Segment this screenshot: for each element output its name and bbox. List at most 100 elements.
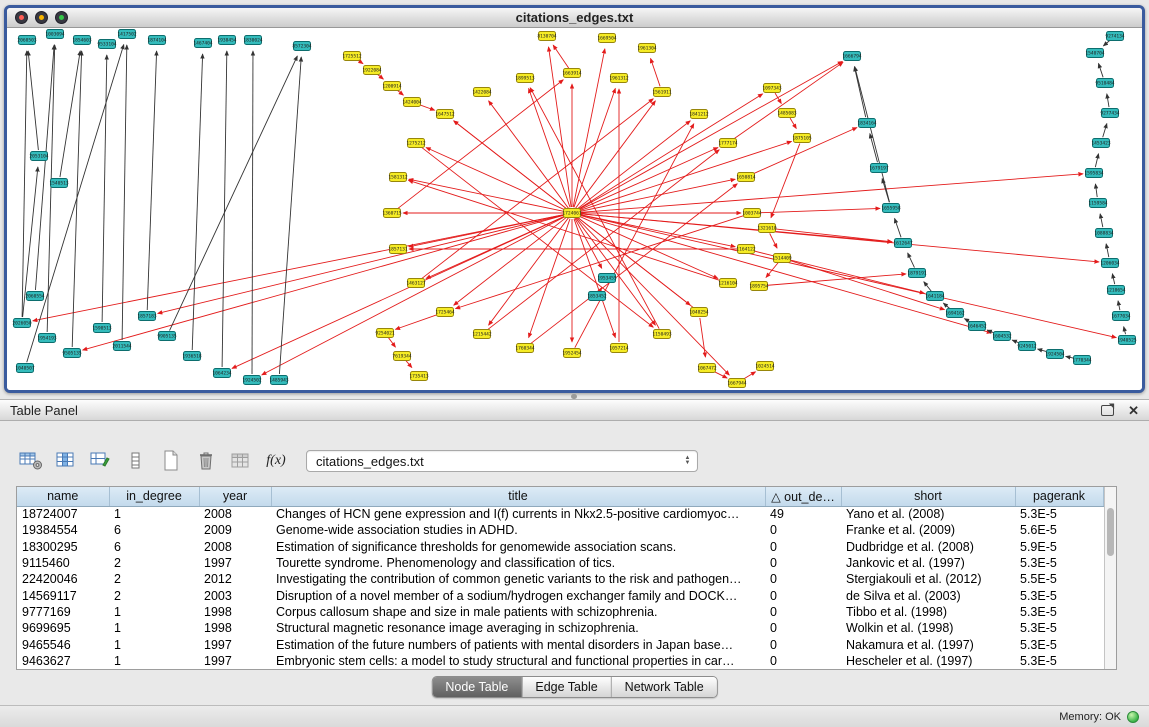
table-cell[interactable]: 5.6E-5 [1015,522,1103,538]
graph-node[interactable] [364,66,381,75]
table-cell[interactable]: Embryonic stem cells: a model to study s… [271,653,765,669]
graph-node[interactable] [883,204,900,213]
graph-node[interactable] [589,292,606,301]
table-row[interactable]: 1830029562008Estimation of significance … [17,539,1103,555]
table-cell[interactable]: 6 [109,522,199,538]
zoom-window-button[interactable] [55,11,68,24]
network-view-canvas[interactable]: 1724061100374411641221216104104825411504… [7,28,1142,390]
graph-node[interactable] [214,369,231,378]
table-cell[interactable]: 1 [109,653,199,669]
graph-node[interactable] [74,36,91,45]
graph-node[interactable] [404,98,421,107]
graph-node[interactable] [99,40,116,49]
table-cell[interactable]: Franke et al. (2009) [841,522,1015,538]
graph-node[interactable] [17,364,34,373]
graph-node[interactable] [1097,79,1114,88]
network-window-titlebar[interactable]: citations_edges.txt [7,8,1142,28]
float-panel-icon[interactable] [1101,405,1114,416]
table-cell[interactable]: 9465546 [17,636,109,652]
table-cell[interactable]: 0 [765,522,841,538]
graph-node[interactable] [390,173,407,182]
table-cell[interactable]: 1998 [199,620,271,636]
close-window-button[interactable] [15,11,28,24]
table-cell[interactable]: Investigating the contribution of common… [271,571,765,587]
table-cell[interactable]: Structural magnetic resonance image aver… [271,620,765,636]
graph-node[interactable] [691,308,708,317]
table-cell[interactable]: 1 [109,620,199,636]
table-cell[interactable]: Hescheler et al. (1997) [841,653,1015,669]
graph-node[interactable] [384,209,401,218]
table-cell[interactable]: 6 [109,539,199,555]
graph-node[interactable] [119,30,136,39]
graph-node[interactable] [1102,109,1119,118]
table-cell[interactable]: 19384554 [17,522,109,538]
graph-node[interactable] [1087,49,1104,58]
table-cell[interactable]: 14569117 [17,587,109,603]
table-cell[interactable]: Estimation of the future numbers of pati… [271,636,765,652]
table-cell[interactable]: 1997 [199,555,271,571]
graph-node[interactable] [994,332,1011,341]
table-cell[interactable]: 0 [765,539,841,555]
table-cell[interactable]: 9777169 [17,604,109,620]
table-cell[interactable]: 1 [109,506,199,522]
create-column-icon[interactable] [18,449,44,473]
table-cell[interactable]: 1 [109,636,199,652]
graph-node[interactable] [757,362,774,371]
table-cell[interactable]: 0 [765,653,841,669]
table-cell[interactable]: Changes of HCN gene expression and I(f) … [271,506,765,522]
table-cell[interactable]: 18724007 [17,506,109,522]
table-row[interactable]: 911546021997Tourette syndrome. Phenomeno… [17,555,1103,571]
graph-node[interactable] [779,109,796,118]
graph-node[interactable] [47,30,64,39]
column-header-pagerank[interactable]: pagerank [1015,487,1103,506]
graph-node[interactable] [390,245,407,254]
table-row[interactable]: 969969511998Structural magnetic resonanc… [17,620,1103,636]
table-cell[interactable]: 2 [109,571,199,587]
table-cell[interactable]: Jankovic et al. (1997) [841,555,1015,571]
graph-node[interactable] [751,282,768,291]
graph-node[interactable] [27,292,44,301]
table-cell[interactable]: 5.3E-5 [1015,620,1103,636]
graph-node[interactable] [1086,169,1103,178]
graph-node[interactable] [31,152,48,161]
table-cell[interactable]: 5.5E-5 [1015,571,1103,587]
table-cell[interactable]: 9115460 [17,555,109,571]
graph-node[interactable] [654,88,671,97]
graph-node[interactable] [517,344,534,353]
table-row[interactable]: 1872400712008Changes of HCN gene express… [17,506,1103,522]
graph-node[interactable] [927,292,944,301]
graph-node[interactable] [909,269,926,278]
table-cell[interactable]: 0 [765,636,841,652]
graph-node[interactable] [219,36,236,45]
graph-node[interactable] [744,209,761,218]
graph-node[interactable] [720,139,737,148]
table-cell[interactable]: 9699695 [17,620,109,636]
table-cell[interactable]: 2009 [199,522,271,538]
graph-node[interactable] [1108,286,1125,295]
graph-node[interactable] [564,209,581,218]
graph-node[interactable] [474,330,491,339]
graph-node[interactable] [871,164,888,173]
table-cell[interactable]: 0 [765,571,841,587]
table-cell[interactable]: 5.3E-5 [1015,506,1103,522]
table-row[interactable]: 977716911998Corpus callosum shape and si… [17,604,1103,620]
table-cell[interactable]: Tibbo et al. (1998) [841,604,1015,620]
graph-node[interactable] [691,110,708,119]
graph-node[interactable] [599,274,616,283]
graph-node[interactable] [564,69,581,78]
column-header-year[interactable]: year [199,487,271,506]
graph-node[interactable] [599,34,616,43]
graph-node[interactable] [39,334,56,343]
table-cell[interactable]: 0 [765,620,841,636]
table-cell[interactable]: Corpus callosum shape and size in male p… [271,604,765,620]
scrollbar-thumb[interactable] [1107,508,1115,556]
tab-network-table[interactable]: Network Table [612,677,717,697]
graph-node[interactable] [639,44,656,53]
graph-node[interactable] [1119,336,1136,345]
graph-node[interactable] [844,52,861,61]
column-header-in_degree[interactable]: in_degree [109,487,199,506]
table-cell[interactable]: Yano et al. (2008) [841,506,1015,522]
graph-node[interactable] [408,279,425,288]
graph-node[interactable] [14,319,31,328]
graph-node[interactable] [738,173,755,182]
